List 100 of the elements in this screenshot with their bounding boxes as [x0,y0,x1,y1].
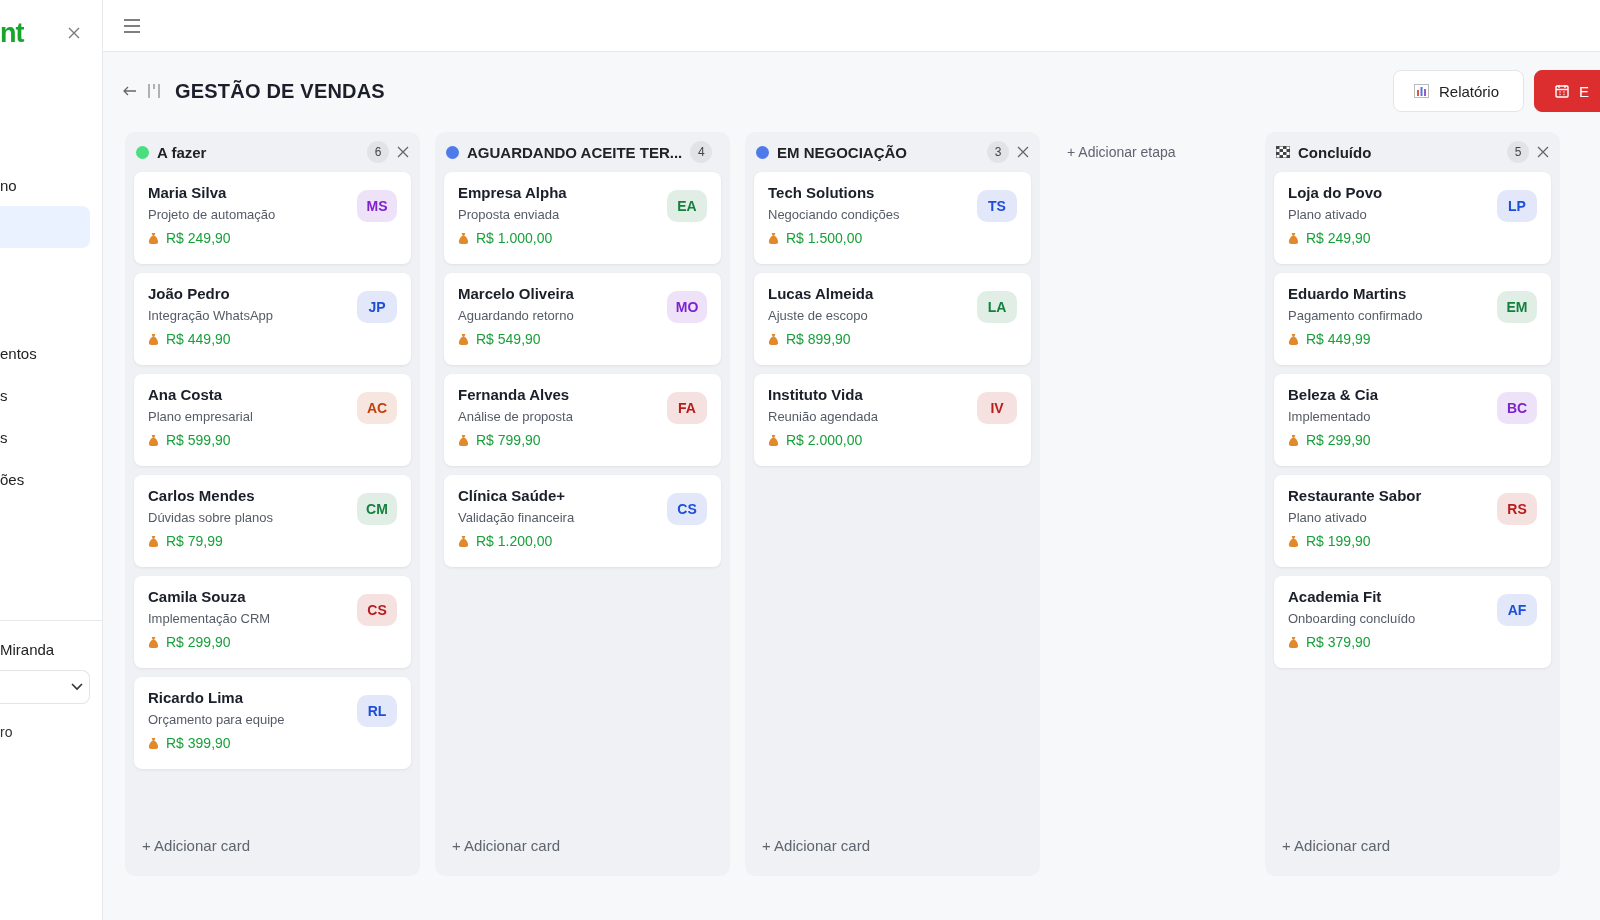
initials-avatar: LA [977,291,1017,323]
add-card-link[interactable]: + Adicionar card [754,820,1031,870]
deal-description: Pagamento confirmado [1288,308,1423,323]
close-icon[interactable] [68,27,80,39]
deal-card[interactable]: Lucas Almeida Ajuste de escopo R$ 899,90 LA [754,273,1031,365]
money-bag-icon [1288,433,1299,447]
calendar-button[interactable]: E [1534,70,1600,112]
count-badge: 5 [1507,141,1529,163]
report-button[interactable]: Relatório [1392,70,1524,112]
initials-avatar: EA [667,190,707,222]
add-card-link[interactable]: + Adicionar card [134,820,411,870]
deal-description: Plano ativado [1288,207,1368,222]
sidebar-link[interactable]: ro [0,724,90,740]
add-card-link[interactable]: + Adicionar card [444,820,721,870]
deal-name: Ana Costa [148,386,224,403]
initials-avatar: AF [1497,594,1537,626]
sidebar-item[interactable]: s [0,374,90,416]
initials-avatar: CM [357,493,397,525]
deal-description: Aguardando retorno [458,308,574,323]
deal-card[interactable]: Camila Souza Implementação CRM R$ 299,90 CS [134,576,411,668]
deal-amount: R$ 249,90 [1306,230,1371,246]
deal-name: Camila Souza [148,588,247,605]
money-bag-icon [768,231,779,245]
deal-card[interactable]: Tech Solutions Negociando condições R$ 1.500,00 TS [754,172,1031,264]
initials-avatar: LP [1497,190,1537,222]
sidebar-item[interactable]: ões [0,458,90,500]
deal-card[interactable]: Empresa Alpha Proposta enviada R$ 1.000,00 EA [444,172,721,264]
deal-name: Academia Fit [1288,588,1383,605]
sidebar-item[interactable]: no [0,164,90,206]
deal-description: Negociando condições [768,207,900,222]
money-bag-icon [1288,332,1299,346]
checkered-flag-icon [1276,146,1290,158]
money-bag-icon [148,433,159,447]
money-bag-icon [148,231,159,245]
deal-card[interactable]: Marcelo Oliveira Aguardando retorno R$ 549,90 MO [444,273,721,365]
deal-description: Implementado [1288,409,1372,424]
chevron-down-icon [71,683,83,691]
deal-amount: R$ 249,90 [166,230,231,246]
initials-avatar: RL [357,695,397,727]
deal-card[interactable]: Ana Costa Plano empresarial R$ 599,90 AC [134,374,411,466]
close-icon[interactable] [1537,146,1549,158]
deal-description: Implementação CRM [148,611,271,626]
count-badge: 3 [987,141,1009,163]
dropdown-field[interactable] [0,670,90,704]
deal-amount: R$ 599,90 [166,432,231,448]
deal-name: Lucas Almeida [768,285,874,302]
back-arrow-icon[interactable] [123,86,137,96]
deal-name: Instituto Vida [768,386,864,403]
close-icon[interactable] [397,146,409,158]
deal-description: Onboarding concluído [1288,611,1416,626]
initials-avatar: CS [667,493,707,525]
deal-description: Validação financeira [458,510,575,525]
deal-card[interactable]: Fernanda Alves Análise de proposta R$ 799,90 FA [444,374,721,466]
initials-avatar: RS [1497,493,1537,525]
deal-description: Projeto de automação [148,207,276,222]
sidebar-item[interactable]: s [0,416,90,458]
deal-card[interactable]: Academia Fit Onboarding concluído R$ 379,90 AF [1274,576,1551,668]
add-card-link[interactable]: + Adicionar card [1274,820,1551,870]
add-stage-link[interactable]: + Adicionar etapa [1055,132,1250,172]
deal-card[interactable]: Loja do Povo Plano ativado R$ 249,90 LP [1274,172,1551,264]
deal-amount: R$ 1.000,00 [476,230,553,246]
deal-card[interactable]: Clínica Saúde+ Validação financeira R$ 1.200,00 CS [444,475,721,567]
close-icon[interactable] [1017,146,1029,158]
deal-card[interactable]: Ricardo Lima Orçamento para equipe R$ 399,90 RL [134,677,411,769]
count-badge: 6 [367,141,389,163]
column-title: AGUARDANDO ACEITE TER... [467,143,683,161]
deal-name: João Pedro [148,285,231,302]
deal-card[interactable]: Instituto Vida Reunião agendada R$ 2.000,00 IV [754,374,1031,466]
money-bag-icon [768,332,779,346]
deal-description: Plano empresarial [148,409,253,424]
menu-icon[interactable] [123,18,141,33]
initials-avatar: JP [357,291,397,323]
deal-card[interactable]: João Pedro Integração WhatsApp R$ 449,90 JP [134,273,411,365]
deal-card[interactable]: Carlos Mendes Dúvidas sobre planos R$ 79,99 CM [134,475,411,567]
initials-avatar: MO [667,291,707,323]
deal-amount: R$ 799,90 [476,432,541,448]
money-bag-icon [1288,534,1299,548]
deal-card[interactable]: Eduardo Martins Pagamento confirmado R$ 449,99 EM [1274,273,1551,365]
money-bag-icon [458,231,469,245]
column-title: EM NEGOCIAÇÃO [777,143,907,161]
initials-avatar: TS [977,190,1017,222]
deal-name: Loja do Povo [1288,184,1383,201]
deal-card[interactable]: Maria Silva Projeto de automação R$ 249,90 MS [134,172,411,264]
deal-card[interactable]: Restaurante Sabor Plano ativado R$ 199,90 RS [1274,475,1551,567]
money-bag-icon [148,534,159,548]
deal-amount: R$ 449,90 [166,331,231,347]
deal-amount: R$ 299,90 [166,634,231,650]
deal-amount: R$ 449,99 [1306,331,1371,347]
deal-card[interactable]: Beleza & Cia Implementado R$ 299,90 BC [1274,374,1551,466]
logo-text: nt [0,17,24,49]
deal-amount: R$ 199,90 [1306,533,1371,549]
bar-chart-icon [1413,84,1429,98]
deal-description: Reunião agendada [768,409,878,424]
sidebar-item[interactable]: entos [0,332,90,374]
page-title: GESTÃO DE VENDAS [175,79,385,103]
column-title: A fazer [157,143,207,161]
deal-amount: R$ 1.200,00 [476,533,553,549]
column-title: Concluído [1298,143,1372,161]
deal-amount: R$ 1.500,00 [786,230,863,246]
money-bag-icon [148,736,159,750]
